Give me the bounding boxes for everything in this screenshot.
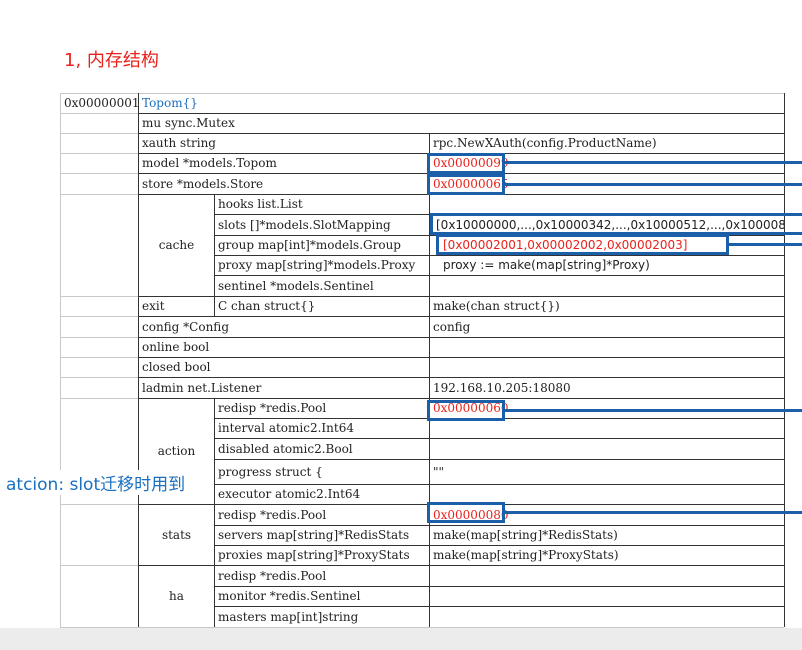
group-label-stats: stats bbox=[161, 527, 192, 542]
value-progress: "" bbox=[433, 464, 445, 479]
field-exit: exit bbox=[142, 299, 165, 313]
row-line bbox=[60, 113, 138, 114]
section-heading: 1, 内存结构 bbox=[64, 50, 159, 71]
field-sentinel: sentinel *models.Sentinel bbox=[218, 278, 374, 293]
field-config: config *Config bbox=[142, 319, 229, 334]
field-group: group map[int]*models.Group bbox=[218, 238, 401, 252]
field-online: online bool bbox=[142, 340, 210, 354]
highlight-box-stats-redisp bbox=[427, 502, 505, 523]
value-servers: make(map[string]*RedisStats) bbox=[433, 528, 618, 542]
field-monitor: monitor *redis.Sentinel bbox=[218, 589, 361, 603]
highlight-box-store bbox=[427, 174, 505, 195]
highlight-box-slots bbox=[430, 213, 802, 235]
value-config: config bbox=[433, 319, 471, 334]
highlight-box-action-redisp bbox=[427, 400, 505, 421]
group-label-ha: ha bbox=[169, 589, 184, 603]
field-proxy: proxy map[string]*models.Proxy bbox=[218, 258, 416, 272]
struct-title: Topom{} bbox=[142, 96, 198, 110]
field-exit-c: C chan struct{} bbox=[218, 299, 316, 313]
field-hooks: hooks list.List bbox=[218, 197, 303, 211]
field-mu: mu sync.Mutex bbox=[142, 116, 235, 130]
group-label-cache: cache bbox=[158, 238, 195, 252]
row-line bbox=[60, 133, 138, 134]
field-closed: closed bool bbox=[142, 360, 211, 374]
field-masters: masters map[int]string bbox=[218, 609, 359, 624]
table-right-border bbox=[784, 93, 785, 627]
field-action-redisp: redisp *redis.Pool bbox=[218, 401, 327, 415]
action-annotation: atcion: slot迁移时用到 bbox=[6, 470, 186, 495]
row-line bbox=[60, 153, 138, 154]
row-line bbox=[60, 377, 138, 378]
row-line bbox=[60, 194, 138, 195]
field-ha-redisp: redisp *redis.Pool bbox=[218, 568, 327, 583]
field-ladmin: ladmin net.Listener bbox=[142, 380, 262, 395]
row-line bbox=[60, 357, 138, 358]
field-executor: executor atomic2.Int64 bbox=[218, 487, 361, 501]
page-bottom-band bbox=[0, 628, 802, 650]
value-proxies: make(map[string]*ProxyStats) bbox=[433, 548, 619, 562]
field-interval: interval atomic2.Int64 bbox=[218, 421, 354, 435]
field-stats-redisp: redisp *redis.Pool bbox=[218, 507, 327, 522]
field-progress: progress struct { bbox=[218, 464, 323, 479]
value-exit: make(chan struct{}) bbox=[433, 299, 560, 313]
field-xauth: xauth string bbox=[142, 136, 216, 150]
value-ladmin: 192.168.10.205:18080 bbox=[433, 380, 571, 395]
row-line bbox=[60, 296, 138, 297]
address-cell: 0x00000001 bbox=[64, 96, 138, 110]
row-line bbox=[60, 337, 138, 338]
table-bottom-border bbox=[60, 627, 784, 628]
row-line bbox=[60, 565, 138, 566]
highlight-box-group bbox=[436, 234, 729, 255]
row-line bbox=[60, 173, 138, 174]
row-line bbox=[60, 398, 138, 399]
pointer-line-action-redisp bbox=[505, 409, 802, 412]
field-proxies: proxies map[string]*ProxyStats bbox=[218, 548, 410, 562]
value-proxy: proxy := make(map[string]*Proxy) bbox=[443, 258, 650, 272]
field-store: store *models.Store bbox=[142, 176, 264, 191]
pointer-line-stats-redisp bbox=[505, 511, 802, 514]
pointer-line-group bbox=[729, 243, 802, 246]
highlight-box-model bbox=[427, 153, 505, 174]
value-xauth: rpc.NewXAuth(config.ProductName) bbox=[433, 136, 657, 150]
field-disabled: disabled atomic2.Bool bbox=[218, 441, 353, 456]
row-line bbox=[60, 316, 138, 317]
field-servers: servers map[string]*RedisStats bbox=[218, 528, 410, 542]
pointer-line-model bbox=[505, 161, 802, 164]
field-model: model *models.Topom bbox=[142, 156, 277, 170]
row-line bbox=[60, 504, 138, 505]
pointer-line-store bbox=[505, 183, 802, 186]
field-slots: slots []*models.SlotMapping bbox=[218, 217, 391, 232]
